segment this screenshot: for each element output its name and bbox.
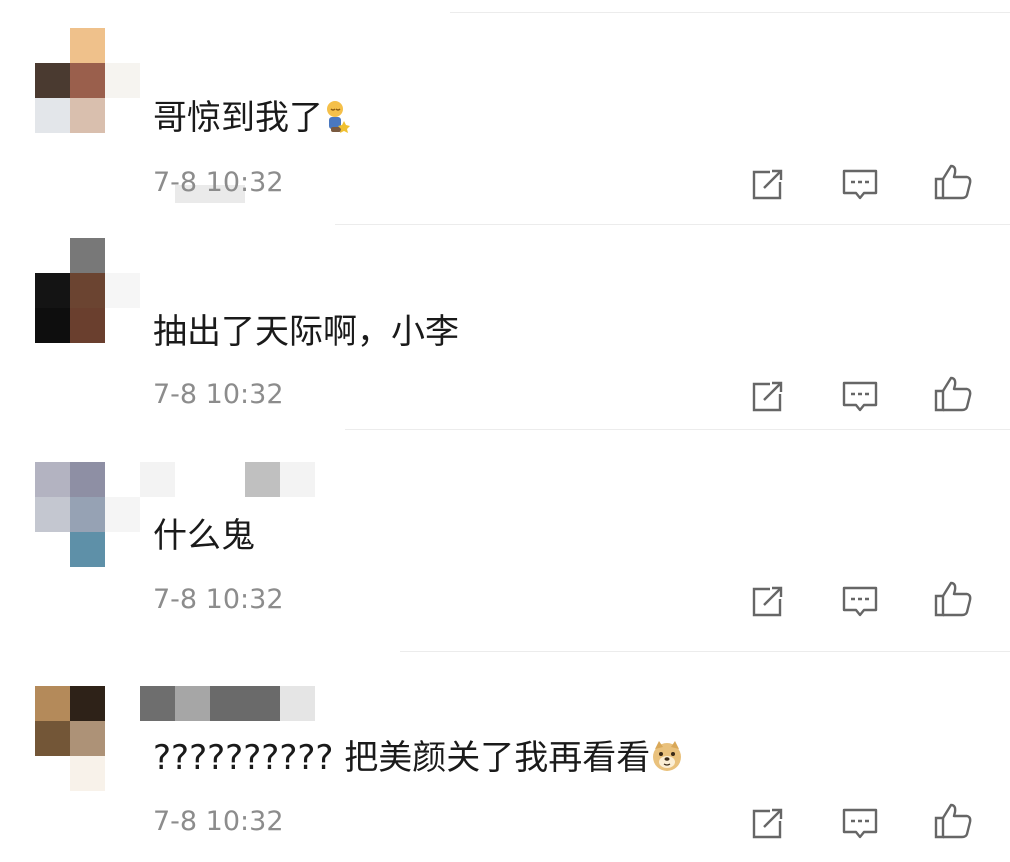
share-button[interactable] [748,803,788,843]
reply-icon [842,808,878,839]
reply-icon [842,381,878,412]
like-icon [934,376,972,412]
comment-time: 7-8 10:32 [153,167,284,198]
comment-time: 7-8 10:32 [153,584,284,615]
comment-text-content: 哥惊到我了 [153,98,323,138]
avatar[interactable] [35,28,140,133]
comment-text-content: ?????????? 把美颜关了我再看看 [153,738,651,778]
comment-item: ?????????? 把美颜关了我再看看 7-8 10:32 [0,652,1010,862]
avatar[interactable] [35,238,140,343]
share-icon [752,586,783,617]
share-icon [752,381,783,412]
avatar[interactable] [35,462,140,567]
share-button[interactable] [748,164,788,204]
reply-button[interactable] [840,581,880,621]
like-button[interactable] [933,162,973,202]
share-button[interactable] [748,376,788,416]
comment-text: 什么鬼 [153,516,255,556]
share-button[interactable] [748,581,788,621]
doge-emoji-icon [650,739,684,782]
share-icon [752,808,783,839]
comment-time: 7-8 10:32 [153,379,284,410]
like-button[interactable] [933,801,973,841]
like-icon [934,803,972,839]
comment-text: 抽出了天际啊，小李 [153,312,459,352]
facepalm-emoji-icon [323,99,353,142]
comment-item: 什么鬼 7-8 10:32 [0,430,1010,652]
reply-button[interactable] [840,376,880,416]
reply-icon [842,586,878,617]
reply-button[interactable] [840,803,880,843]
comment-text: 哥惊到我了 [153,98,353,142]
comment-text: ?????????? 把美颜关了我再看看 [153,738,684,782]
comment-time: 7-8 10:32 [153,806,284,837]
share-icon [752,169,783,200]
reply-button[interactable] [840,164,880,204]
comment-item: 哥惊到我了 7-8 10:32 [0,0,1010,225]
like-button[interactable] [933,579,973,619]
like-icon [934,164,972,200]
like-icon [934,581,972,617]
reply-icon [842,169,878,200]
like-button[interactable] [933,374,973,414]
avatar[interactable] [35,686,140,791]
comment-item: 抽出了天际啊，小李 7-8 10:32 [0,225,1010,430]
